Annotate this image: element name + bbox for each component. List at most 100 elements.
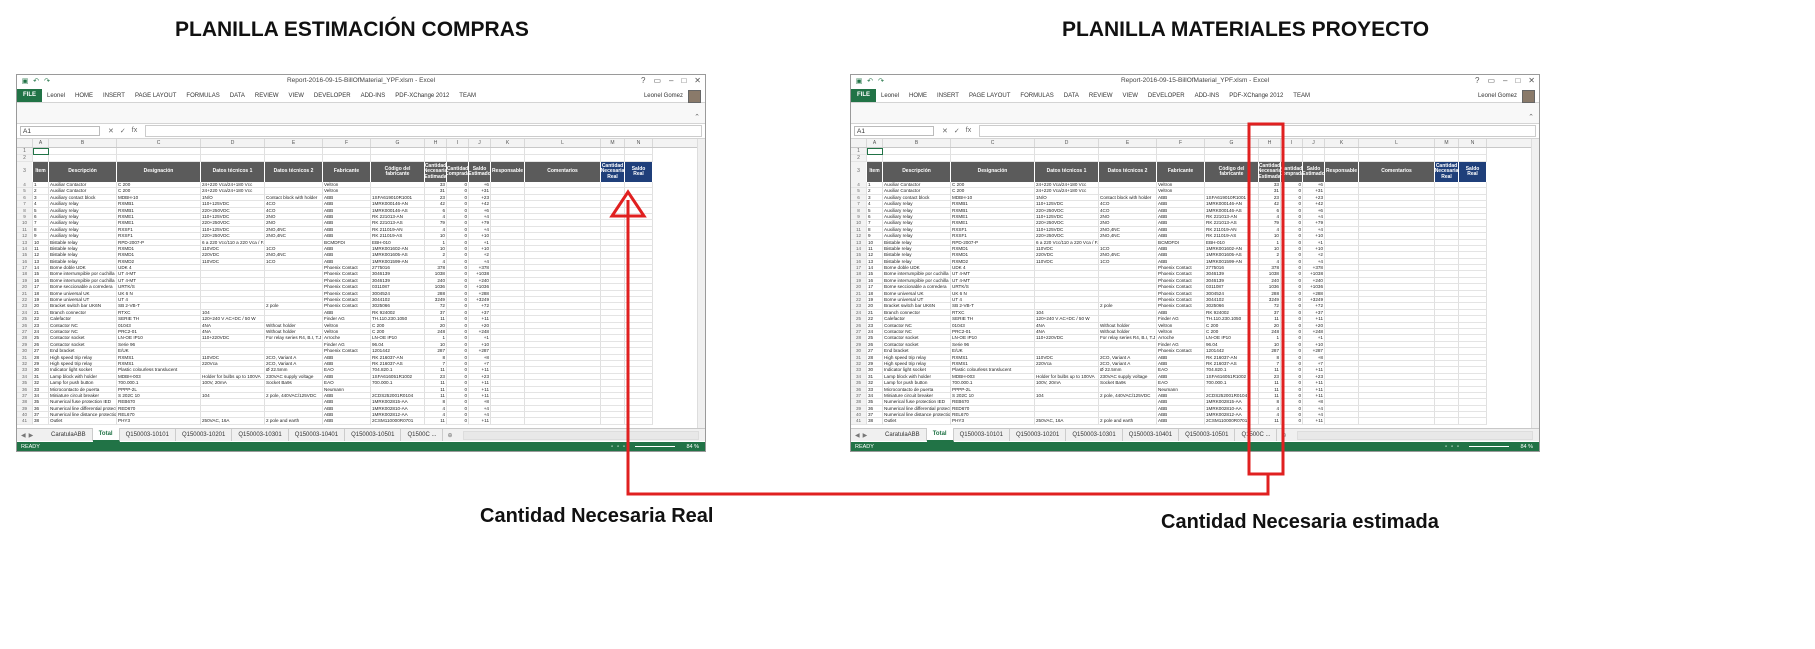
page-break-icon[interactable]: ▫ <box>623 444 625 450</box>
cell[interactable] <box>1157 155 1205 162</box>
cell[interactable] <box>1303 148 1325 155</box>
zoom-level[interactable]: 84 % <box>686 444 699 450</box>
cell[interactable]: 250VAC, 16A <box>201 418 265 425</box>
tab-view[interactable]: VIEW <box>284 93 309 99</box>
cell[interactable] <box>625 155 653 162</box>
tab-formulas[interactable]: FORMULAS <box>1015 93 1058 99</box>
cell[interactable] <box>469 148 491 155</box>
cell[interactable] <box>1099 148 1157 155</box>
enter-icon[interactable]: ✓ <box>120 127 126 135</box>
cell[interactable] <box>201 155 265 162</box>
column-header-cell[interactable]: Datos técnicos 1 <box>1035 162 1099 182</box>
worksheet-grid[interactable]: A B C D E F G H I J K L M N 1 2 3 Item Descripción Designac… <box>851 139 1539 430</box>
sheet-tab[interactable]: Q150003-10301 <box>232 429 289 441</box>
cell[interactable] <box>1325 148 1359 155</box>
maximize-icon[interactable]: □ <box>681 76 686 85</box>
column-header-cell[interactable]: Designación <box>117 162 201 182</box>
cell[interactable] <box>265 148 323 155</box>
enter-icon[interactable]: ✓ <box>954 127 960 135</box>
column-header-cell[interactable]: Saldo Real <box>1459 162 1487 182</box>
vertical-scrollbar[interactable] <box>697 139 705 430</box>
tab-page-layout[interactable]: PAGE LAYOUT <box>964 93 1015 99</box>
worksheet-grid[interactable]: A B C D E F G H I J K L M N 1 2 3 Item Descripción Designac… <box>17 139 705 430</box>
cell[interactable] <box>33 148 49 155</box>
column-header-cell[interactable]: Cantidad Necesaria Real <box>1435 162 1459 182</box>
cell[interactable]: +11 <box>469 418 491 425</box>
cell[interactable] <box>625 418 653 425</box>
column-header[interactable]: I <box>447 139 469 147</box>
cell[interactable] <box>525 155 601 162</box>
sheet-tab[interactable]: CaratulaABB <box>879 429 927 441</box>
cell[interactable] <box>1459 418 1487 425</box>
column-header-cell[interactable]: Saldo Real <box>625 162 653 182</box>
column-header[interactable]: G <box>371 139 425 147</box>
avatar[interactable] <box>688 90 701 103</box>
minimize-icon[interactable]: – <box>1503 76 1507 85</box>
column-header[interactable]: M <box>1435 139 1459 147</box>
cell[interactable] <box>201 148 265 155</box>
cell[interactable] <box>1435 148 1459 155</box>
tab-leonel[interactable]: Leonel <box>42 93 70 99</box>
column-header[interactable]: I <box>1281 139 1303 147</box>
cell[interactable]: 0 <box>1281 418 1303 425</box>
cell[interactable] <box>447 148 469 155</box>
cell[interactable]: 11 <box>425 418 447 425</box>
cell[interactable] <box>1281 155 1303 162</box>
name-box[interactable]: A1 <box>854 126 934 136</box>
next-sheet-icon[interactable]: ▶ <box>29 432 34 439</box>
column-header-cell[interactable]: Fabricante <box>1157 162 1205 182</box>
cell[interactable]: 2 pole and earth <box>1099 418 1157 425</box>
tab-data[interactable]: DATA <box>1059 93 1084 99</box>
cell[interactable]: ABB <box>323 418 371 425</box>
cell[interactable] <box>625 148 653 155</box>
column-header-cell[interactable]: Item <box>867 162 883 182</box>
sheet-tab[interactable]: CaratulaABB <box>45 429 93 441</box>
column-header[interactable]: H <box>425 139 447 147</box>
cell[interactable] <box>525 418 601 425</box>
sheet-tab[interactable]: Q150003-10101 <box>954 429 1010 441</box>
column-header-cell[interactable]: Saldo Estimado <box>469 162 491 182</box>
column-header-cell[interactable]: Cantidad Comprada <box>1281 162 1303 182</box>
cell[interactable]: 11 <box>1259 418 1281 425</box>
cell[interactable] <box>1099 155 1157 162</box>
cell[interactable]: 2 pole and earth <box>265 418 323 425</box>
tab-page-layout[interactable]: PAGE LAYOUT <box>130 93 181 99</box>
tab-team[interactable]: TEAM <box>1288 93 1315 99</box>
column-header[interactable]: A <box>33 139 49 147</box>
cancel-icon[interactable]: ✕ <box>108 127 114 135</box>
column-header[interactable]: K <box>491 139 525 147</box>
avatar[interactable] <box>1522 90 1535 103</box>
formula-input[interactable] <box>979 125 1536 137</box>
cell[interactable]: 38 <box>867 418 883 425</box>
cell[interactable] <box>1435 418 1459 425</box>
column-header-cell[interactable]: Responsable <box>491 162 525 182</box>
cell[interactable] <box>33 155 49 162</box>
column-header[interactable]: C <box>117 139 201 147</box>
cell[interactable] <box>951 148 1035 155</box>
cell[interactable] <box>469 155 491 162</box>
help-icon[interactable]: ? <box>641 76 645 85</box>
cell[interactable] <box>1359 418 1435 425</box>
tab-leonel[interactable]: Leonel <box>876 93 904 99</box>
cell[interactable]: 2CSM110000R0701 <box>371 418 425 425</box>
close-icon[interactable]: ✕ <box>694 76 701 85</box>
page-break-icon[interactable]: ▫ <box>1457 444 1459 450</box>
horizontal-scrollbar[interactable] <box>1296 430 1533 440</box>
cell[interactable] <box>1281 148 1303 155</box>
column-header-cell[interactable]: Código del fabricante <box>371 162 425 182</box>
sheet-tab[interactable]: Q150003-10201 <box>1010 429 1067 441</box>
add-sheet-icon[interactable]: ⊕ <box>443 432 456 439</box>
column-header-cell[interactable]: Cantidad Comprada <box>447 162 469 182</box>
collapse-ribbon-icon[interactable]: ⌃ <box>694 113 700 121</box>
excel-window-compras[interactable]: ▣ ↶ ↷ Report-2016-09-15-BillOfMaterial_YPF.… <box>16 74 706 452</box>
cell[interactable] <box>1259 148 1281 155</box>
cell[interactable] <box>951 155 1035 162</box>
prev-sheet-icon[interactable]: ◀ <box>855 432 860 439</box>
cell[interactable] <box>883 148 951 155</box>
zoom-level[interactable]: 84 % <box>1520 444 1533 450</box>
horizontal-scrollbar[interactable] <box>462 430 699 440</box>
help-icon[interactable]: ? <box>1475 76 1479 85</box>
column-header[interactable]: G <box>1205 139 1259 147</box>
formula-input[interactable] <box>145 125 702 137</box>
cell[interactable] <box>1035 155 1099 162</box>
